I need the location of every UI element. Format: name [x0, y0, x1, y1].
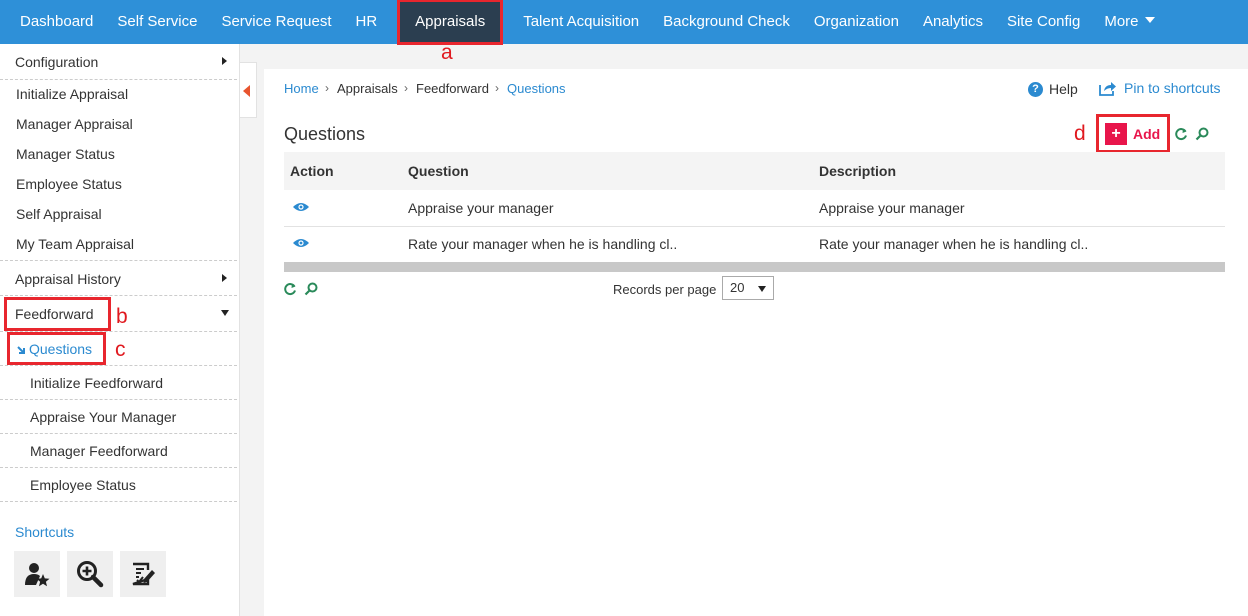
page-title: Questions [284, 124, 366, 144]
refresh-icon[interactable] [1174, 127, 1188, 144]
nav-background-check[interactable]: Background Check [651, 0, 802, 44]
horizontal-scrollbar[interactable] [284, 262, 1225, 272]
view-eye-icon[interactable] [292, 200, 310, 216]
records-per-page-select[interactable]: 20 [722, 276, 774, 300]
breadcrumb-questions: Questions [507, 81, 566, 96]
action-cell [284, 226, 402, 263]
question-cell: Rate your manager when he is handling cl… [402, 226, 813, 263]
nav-more-label: More [1104, 13, 1139, 30]
chevron-right-icon [222, 57, 227, 65]
column-header-question[interactable]: Question [402, 152, 813, 190]
checklist-edit-icon[interactable] [120, 551, 166, 597]
sidebar-collapse-toggle[interactable] [240, 62, 257, 118]
annotation-b: b [116, 305, 128, 328]
chevron-down-icon [758, 286, 766, 292]
breadcrumb-appraisals[interactable]: Appraisals [337, 81, 398, 96]
action-cell [284, 190, 402, 227]
sidebar-item-manager-feedforward[interactable]: Manager Feedforward [0, 434, 237, 468]
add-label: Add [1133, 126, 1161, 142]
refresh-icon[interactable] [283, 282, 297, 299]
nav-dashboard[interactable]: Dashboard [8, 0, 105, 44]
pin-to-shortcuts-link[interactable]: Pin to shortcuts [1099, 80, 1221, 96]
top-navigation: Dashboard Self Service Service Request H… [0, 0, 1248, 45]
nav-site-config[interactable]: Site Config [995, 0, 1092, 44]
highlight-box-feedforward [4, 297, 111, 331]
share-icon [1099, 80, 1117, 96]
help-label: Help [1049, 81, 1078, 97]
annotation-a: a [441, 41, 453, 64]
chevron-right-icon: › [325, 81, 329, 95]
help-icon: ? [1028, 81, 1043, 97]
sidebar-item-employee-status-ff[interactable]: Employee Status [0, 468, 237, 502]
sidebar-item-label: Appraisal History [15, 271, 121, 287]
help-link[interactable]: ? Help [1028, 81, 1078, 97]
question-cell: Appraise your manager [402, 190, 813, 227]
column-header-action: Action [284, 152, 402, 190]
table-row: Rate your manager when he is handling cl… [284, 226, 1225, 263]
chevron-right-icon: › [404, 81, 408, 95]
breadcrumb-home[interactable]: Home [284, 81, 319, 96]
records-per-page-value: 20 [730, 280, 745, 295]
sidebar-item-manager-appraisal[interactable]: Manager Appraisal [0, 116, 237, 132]
caret-down-icon [1144, 17, 1155, 24]
table-header-row: Action Question Description [284, 152, 1225, 190]
nav-analytics[interactable]: Analytics [911, 0, 995, 44]
pin-label: Pin to shortcuts [1124, 80, 1221, 96]
sidebar: Configuration Initialize Appraisal Manag… [0, 44, 240, 616]
nav-appraisals[interactable]: Appraisals [397, 0, 504, 45]
annotation-c: c [115, 338, 126, 361]
breadcrumb-feedforward[interactable]: Feedforward [416, 81, 489, 96]
highlight-box-questions [7, 332, 106, 365]
nav-talent-acquisition[interactable]: Talent Acquisition [511, 0, 651, 44]
user-star-icon[interactable] [14, 551, 60, 597]
sidebar-item-initialize-feedforward[interactable]: Initialize Feedforward [0, 366, 237, 400]
search-icon[interactable] [304, 282, 318, 299]
sidebar-item-label: Configuration [15, 54, 99, 70]
sidebar-item-configuration[interactable]: Configuration [0, 44, 237, 80]
sidebar-item-initialize-appraisal[interactable]: Initialize Appraisal [0, 86, 237, 102]
sidebar-item-self-appraisal[interactable]: Self Appraisal [0, 206, 237, 222]
add-button[interactable]: + Add [1105, 122, 1160, 146]
view-eye-icon[interactable] [292, 236, 310, 252]
zoom-in-icon[interactable] [67, 551, 113, 597]
nav-organization[interactable]: Organization [802, 0, 911, 44]
sidebar-item-appraisal-history[interactable]: Appraisal History [0, 260, 237, 296]
nav-hr[interactable]: HR [344, 0, 390, 44]
records-per-page-label: Records per page [613, 282, 717, 297]
nav-self-service[interactable]: Self Service [105, 0, 209, 44]
column-header-description[interactable]: Description [813, 152, 1225, 190]
search-icon[interactable] [1195, 127, 1209, 144]
description-cell: Appraise your manager [813, 190, 1225, 227]
sidebar-item-appraise-your-manager[interactable]: Appraise Your Manager [0, 400, 237, 434]
collapse-left-icon [243, 85, 250, 97]
shortcuts-title: Shortcuts [15, 524, 75, 540]
sidebar-item-employee-status[interactable]: Employee Status [0, 176, 237, 192]
chevron-down-icon [221, 310, 229, 316]
sidebar-item-my-team-appraisal[interactable]: My Team Appraisal [0, 236, 237, 252]
questions-table: Action Question Description Appraise you… [284, 152, 1225, 263]
description-cell: Rate your manager when he is handling cl… [813, 226, 1225, 263]
plus-icon: + [1105, 123, 1127, 145]
table-row: Appraise your manager Appraise your mana… [284, 190, 1225, 227]
annotation-d: d [1074, 122, 1086, 145]
chevron-right-icon: › [495, 81, 499, 95]
nav-service-request[interactable]: Service Request [209, 0, 343, 44]
chevron-right-icon [222, 274, 227, 282]
sidebar-item-manager-status[interactable]: Manager Status [0, 146, 237, 162]
nav-more[interactable]: More [1092, 0, 1166, 44]
main-panel: Home › Appraisals › Feedforward › Questi… [264, 69, 1248, 616]
